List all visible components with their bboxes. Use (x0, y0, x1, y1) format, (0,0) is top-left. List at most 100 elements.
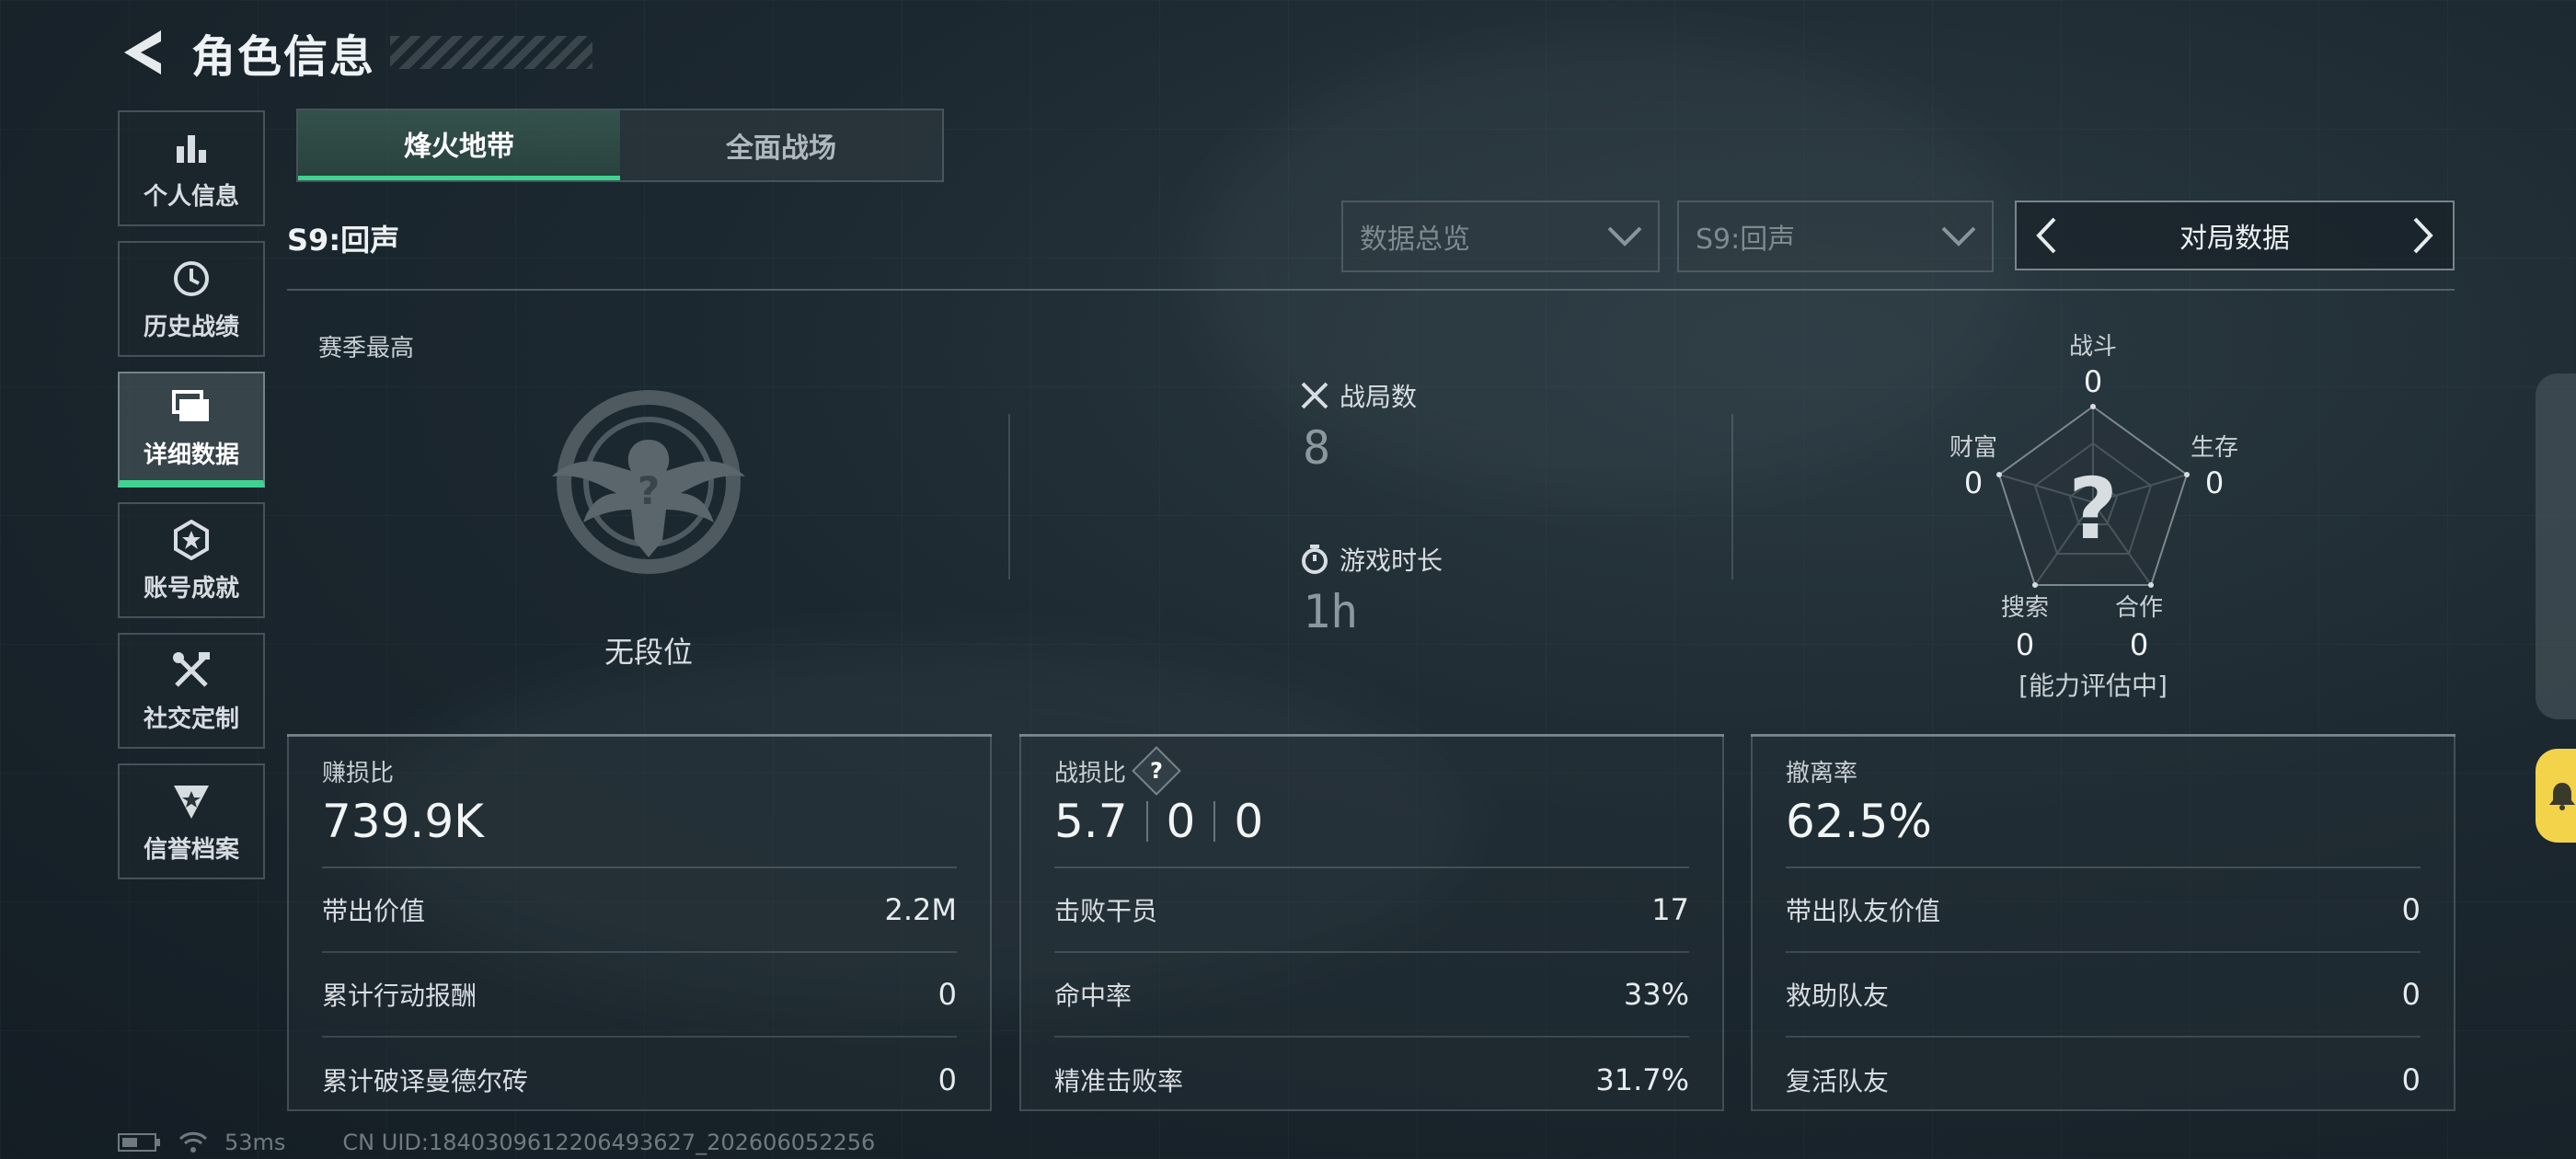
switcher-label: 对局数据 (2179, 223, 2290, 255)
back-arrow-icon (124, 30, 161, 75)
nav-item-label: 个人信息 (143, 182, 239, 211)
credit-icon (172, 779, 211, 823)
divider (1008, 414, 1010, 580)
row-value: 0 (937, 1062, 957, 1097)
status-bar: 53ms CN UID:1840309612206493627_20260605… (118, 1130, 891, 1155)
next-button[interactable] (2405, 208, 2442, 263)
overview-dropdown[interactable]: 数据总览 (1341, 201, 1660, 272)
svg-text:?: ? (638, 468, 660, 513)
row-value: 2.2M (884, 892, 958, 927)
dropdown-value: 数据总览 (1360, 224, 1470, 256)
radar-center-mark: ? (2068, 460, 2118, 558)
row-value: 0 (937, 977, 957, 1012)
radar-label: 生存 (2190, 434, 2238, 462)
nav-item-label: 社交定制 (143, 705, 239, 733)
nav-item-personal-info[interactable]: 个人信息 (118, 110, 265, 226)
crossed-swords-icon (1299, 380, 1330, 411)
card-title: 赚损比 (322, 759, 395, 787)
radar-label: 战斗 (2068, 333, 2117, 361)
nav-item-label: 详细数据 (143, 441, 239, 469)
kd-ratio: 5.7 (1054, 795, 1128, 848)
list-item: 命中率 33% (1054, 953, 1689, 1038)
radar-label: 合作 (2114, 594, 2163, 622)
nav-item-detailed-data[interactable]: 详细数据 (118, 372, 265, 488)
divider (1145, 801, 1148, 842)
card-title: 撤离率 (1786, 759, 1858, 787)
radar-value: 0 (1963, 465, 1984, 500)
list-item: 击败干员 17 (1054, 868, 1689, 953)
radar-value: 0 (2015, 627, 2035, 662)
card-title: 战损比 (1054, 759, 1127, 787)
list-item: 带出价值 2.2M (322, 868, 957, 953)
folder-icon (170, 384, 213, 429)
radar-label: 搜索 (2000, 594, 2049, 622)
nav-item-social[interactable]: 社交定制 (118, 633, 265, 749)
extract-card: 撤离率 62.5% 带出队友价值 0 救助队友 0 复活队友 0 (1751, 734, 2455, 1111)
card-rows: 击败干员 17 命中率 33% 精准击败率 31.7% (1054, 866, 1689, 1122)
page-header: 角色信息 (120, 20, 593, 85)
notification-button[interactable] (2536, 749, 2576, 843)
kd-secondary: 0 (1166, 795, 1196, 848)
nav-item-credit[interactable]: 信誉档案 (118, 763, 265, 879)
list-item: 复活队友 0 (1786, 1038, 2421, 1122)
row-label: 累计破译曼德尔砖 (322, 1066, 529, 1096)
row-value: 31.7% (1595, 1062, 1689, 1097)
season-best-label: 赛季最高 (318, 335, 415, 362)
card-rows: 带出队友价值 0 救助队友 0 复活队友 0 (1786, 866, 2421, 1122)
nav-item-label: 历史战绩 (143, 313, 239, 341)
chevron-right-icon (2413, 217, 2433, 254)
nav-item-achievements[interactable]: 账号成就 (118, 502, 265, 618)
row-label: 带出队友价值 (1786, 896, 1941, 926)
card-main-value: 5.7 0 0 (1054, 789, 1689, 854)
stat-label: 游戏时长 (1340, 545, 1443, 576)
battery-icon (118, 1132, 162, 1153)
combat-card: 战损比 ? 5.7 0 0 击败干员 17 命中率 33% 精准击败率 31.7% (1019, 734, 1724, 1111)
nav-item-label: 信誉档案 (143, 835, 239, 864)
rank-emblem-icon: ? (543, 384, 754, 587)
stat-label: 战局数 (1340, 382, 1418, 412)
ability-radar: ? 战斗 0 生存 0 合作 0 搜索 0 财富 0 [能力评估中] (1914, 322, 2282, 708)
back-button[interactable] (120, 25, 164, 80)
history-icon (171, 257, 212, 301)
matches-stat: 战局数 8 (1299, 377, 1417, 475)
help-button[interactable]: ? (1132, 746, 1181, 796)
card-rows: 带出价值 2.2M 累计行动报酬 0 累计破译曼德尔砖 0 (322, 866, 957, 1122)
nav-item-history[interactable]: 历史战绩 (118, 241, 265, 357)
stopwatch-icon (1299, 544, 1330, 575)
card-main-value: 739.9K (322, 795, 484, 848)
tab-full-battlefield[interactable]: 全面战场 (620, 110, 942, 180)
row-label: 复活队友 (1786, 1066, 1890, 1096)
profit-card: 赚损比 739.9K 带出价值 2.2M 累计行动报酬 0 累计破译曼德尔砖 0 (287, 734, 992, 1111)
radar-status: [能力评估中] (2018, 671, 2168, 701)
radar-label: 财富 (1949, 434, 1997, 462)
prev-button[interactable] (2028, 208, 2064, 263)
ping-value: 53ms (224, 1130, 286, 1155)
side-nav: 个人信息 历史战绩 详细数据 账号成就 社交定制 信誉档案 (118, 110, 265, 894)
page-title: 角色信息 (191, 31, 376, 83)
kd-tertiary: 0 (1234, 795, 1264, 848)
row-label: 击败干员 (1054, 896, 1158, 926)
list-item: 带出队友价值 0 (1786, 868, 2421, 953)
uid-text: CN UID:1840309612206493627_202606052256 (342, 1130, 876, 1155)
achievement-icon (172, 518, 211, 562)
radar-value: 0 (2204, 465, 2225, 500)
chevron-down-icon (1607, 226, 1642, 247)
radar-value: 0 (2083, 364, 2103, 399)
list-item: 救助队友 0 (1786, 953, 2421, 1038)
mode-tabs: 烽火地带 全面战场 (296, 109, 944, 182)
list-item: 累计破译曼德尔砖 0 (322, 1038, 957, 1122)
stat-value: 1h (1303, 585, 1359, 638)
header-decoration (390, 36, 593, 69)
row-label: 累计行动报酬 (322, 981, 477, 1011)
row-label: 命中率 (1054, 981, 1133, 1011)
row-label: 精准击败率 (1054, 1066, 1184, 1096)
row-value: 0 (2401, 977, 2421, 1012)
tab-fire-zone[interactable]: 烽火地带 (298, 110, 620, 180)
dropdown-value: S9:回声 (1696, 224, 1796, 256)
chevron-left-icon (2036, 217, 2056, 254)
radar-value: 0 (2129, 627, 2149, 662)
side-panel-handle[interactable] (2536, 373, 2576, 719)
chevron-down-icon (1941, 226, 1976, 247)
season-dropdown[interactable]: S9:回声 (1677, 201, 1994, 272)
list-item: 精准击败率 31.7% (1054, 1038, 1689, 1122)
